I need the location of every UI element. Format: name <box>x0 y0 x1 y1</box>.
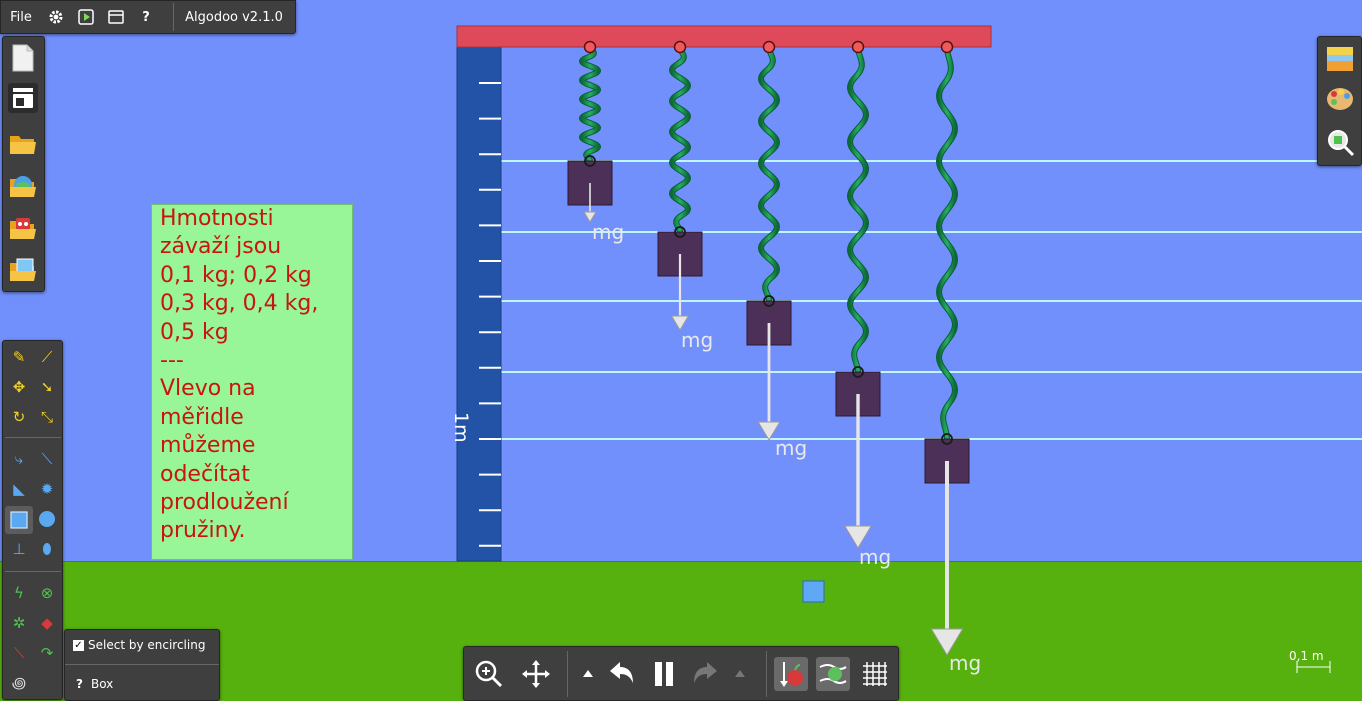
new-blank-icon[interactable] <box>8 83 38 113</box>
algobox-folder-icon[interactable] <box>8 171 38 201</box>
note-line: můžeme <box>160 433 256 459</box>
note-line: 0,1 kg; 0,2 kg <box>160 262 312 288</box>
force-label: mg <box>775 436 807 460</box>
gear-tool-icon[interactable]: ✹ <box>35 477 59 501</box>
new-scene-icon[interactable] <box>8 43 38 73</box>
plane-tool-icon[interactable]: ⊥ <box>7 537 31 561</box>
current-tool-row: ? Box <box>73 677 113 691</box>
tool-options-panel: ✓ Select by encircling ? Box <box>64 629 220 701</box>
box-tool-icon[interactable] <box>5 506 33 534</box>
rotate-tool-icon[interactable]: ↻ <box>7 405 31 429</box>
undo-icon[interactable] <box>604 657 638 691</box>
cut-tool-icon[interactable]: ⟋ <box>35 345 59 369</box>
axle-tool-icon[interactable]: ✲ <box>7 611 31 635</box>
note-line: závaží jsou <box>160 234 282 260</box>
spring-anchor-joint[interactable] <box>851 40 865 54</box>
right-toolbar <box>1317 36 1362 166</box>
scale-tool-icon[interactable]: ⤡ <box>35 405 59 429</box>
file-menu[interactable]: File <box>1 1 41 33</box>
sketch-tool-icon[interactable]: ✎ <box>7 345 31 369</box>
grid-icon[interactable] <box>858 657 892 691</box>
pause-icon[interactable] <box>647 657 681 691</box>
zoom-view-icon[interactable] <box>1325 127 1355 157</box>
thruster-tool-icon[interactable]: ◆ <box>35 611 59 635</box>
force-label: mg <box>859 545 891 569</box>
small-box[interactable] <box>802 580 825 603</box>
gear-icon[interactable] <box>41 1 71 33</box>
redo-icon <box>689 657 723 691</box>
text-note[interactable]: Hmotnosti závaží jsou 0,1 kg; 0,2 kg 0,3… <box>151 204 353 560</box>
select-by-encircling-option[interactable]: ✓ Select by encircling <box>73 638 205 652</box>
help-icon[interactable]: ? <box>76 677 83 691</box>
force-label: mg <box>681 328 713 352</box>
divider <box>5 437 61 438</box>
divider <box>65 664 219 665</box>
pan-icon[interactable] <box>519 657 553 691</box>
air-friction-icon[interactable] <box>816 657 850 691</box>
spring-anchor-joint[interactable] <box>762 40 776 54</box>
spring-anchor-joint[interactable] <box>583 40 597 54</box>
polygon-tool-icon[interactable]: ◣ <box>7 477 31 501</box>
separator <box>766 651 767 697</box>
spring-anchor-joint[interactable] <box>940 40 954 54</box>
version-label: Algodoo v2.1.0 <box>185 9 283 25</box>
ceiling-beam[interactable] <box>456 25 992 48</box>
brush-tool-icon[interactable]: ⟍ <box>35 447 59 471</box>
palette-icon[interactable] <box>1325 85 1355 115</box>
note-line: 0,5 kg <box>160 319 229 345</box>
scenes-folder-icon[interactable] <box>8 213 38 243</box>
top-menu-bar: File ? Algodoo v2.1.0 <box>0 0 296 34</box>
redo-menu-arrow-icon[interactable] <box>726 657 754 691</box>
note-line: Hmotnosti <box>160 206 274 231</box>
tracer-tool-icon[interactable]: ↷ <box>35 641 59 665</box>
tools-toolbar: ✎ ⟋ ✥ ➘ ↻ ⤡ ⤷ ⟍ ◣ ✹ ⊥ ⬮ ϟ ⊗ ✲ ◆ ⟍ ↷ ꩜ <box>2 340 63 700</box>
force-label: mg <box>592 220 624 244</box>
drag-tool-icon[interactable]: ➘ <box>35 375 59 399</box>
current-tool-label: Box <box>90 677 114 691</box>
circle-tool-icon[interactable] <box>35 507 59 531</box>
file-toolbar <box>2 36 45 292</box>
help-icon[interactable]: ? <box>131 1 161 33</box>
open-folder-icon[interactable] <box>8 129 38 159</box>
ruler[interactable] <box>456 45 502 562</box>
play-icon[interactable] <box>71 1 101 33</box>
separator <box>567 651 568 697</box>
spiral-tool-icon[interactable]: ꩜ <box>7 671 31 695</box>
simulation-toolbar <box>463 646 899 701</box>
note-line: pružiny. <box>160 518 246 544</box>
move-tool-icon[interactable]: ✥ <box>7 375 31 399</box>
zoom-icon[interactable] <box>472 657 506 691</box>
note-line: měřidle <box>160 404 244 430</box>
fixate-tool-icon[interactable]: ⊗ <box>35 581 59 605</box>
divider <box>5 571 61 572</box>
images-folder-icon[interactable] <box>8 255 38 285</box>
rope-tool-icon[interactable]: ⤷ <box>7 447 31 471</box>
spring-anchor-joint[interactable] <box>673 40 687 54</box>
spring-tool-icon[interactable]: ϟ <box>7 581 31 605</box>
laser-tool-icon[interactable]: ⟍ <box>7 641 31 665</box>
undo-menu-arrow-icon[interactable] <box>572 657 604 691</box>
select-by-encircling-checkbox[interactable]: ✓ <box>73 639 84 651</box>
window-icon[interactable] <box>101 1 131 33</box>
note-line: --- <box>160 348 184 374</box>
gravity-icon[interactable] <box>774 657 808 691</box>
background-icon[interactable] <box>1325 45 1355 75</box>
note-line: odečítat <box>160 461 250 487</box>
note-line: prodloužení <box>160 490 289 516</box>
select-by-encircling-label: Select by encircling <box>88 638 206 652</box>
scale-label: 0,1 m <box>1289 649 1324 663</box>
force-label: mg <box>949 651 981 675</box>
chain-tool-icon[interactable]: ⬮ <box>35 537 59 561</box>
ruler-label: 1m <box>450 412 472 443</box>
note-line: Vlevo na <box>160 376 256 402</box>
note-line: 0,3 kg, 0,4 kg, <box>160 291 319 317</box>
